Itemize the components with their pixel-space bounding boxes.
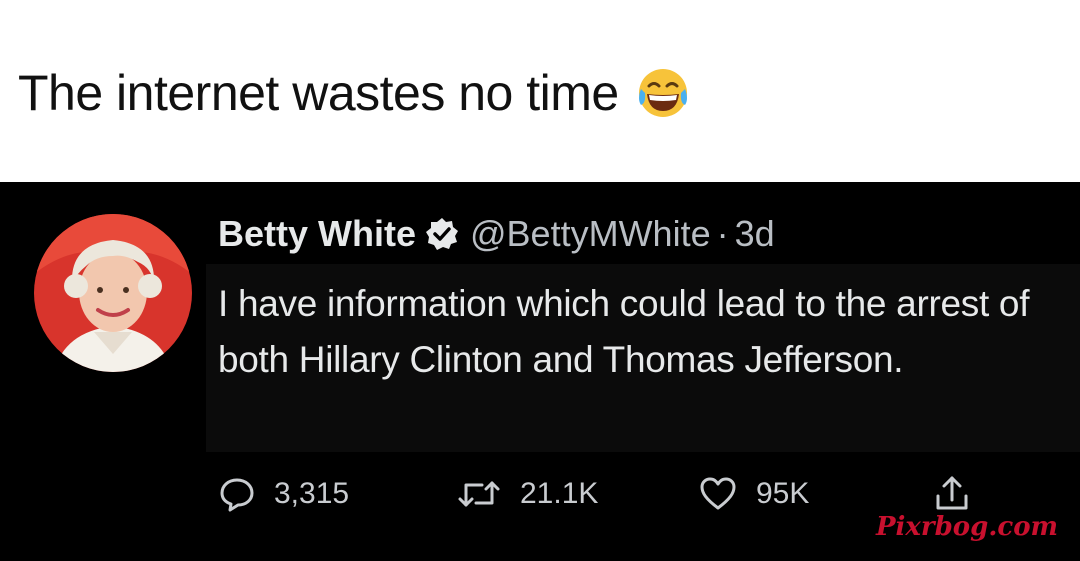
- like-count: 95K: [756, 477, 810, 510]
- face-with-tears-of-joy-icon: [635, 65, 691, 121]
- avatar[interactable]: [34, 214, 192, 372]
- like-button[interactable]: 95K: [698, 474, 809, 514]
- share-button[interactable]: [932, 474, 972, 514]
- tweet-text: I have information which could lead to t…: [218, 283, 1030, 380]
- share-icon: [932, 474, 972, 514]
- reply-count: 3,315: [274, 477, 350, 510]
- watermark: Pixrbog.com: [876, 512, 1059, 542]
- meme-caption: The internet wastes no time: [18, 58, 691, 128]
- tweet-header: Betty White @BettyMWhite · 3d: [218, 212, 775, 256]
- user-handle[interactable]: @BettyMWhite: [470, 213, 711, 255]
- reply-icon: [218, 475, 256, 513]
- verified-badge-icon: [424, 216, 460, 252]
- retweet-icon: [456, 475, 502, 513]
- display-name[interactable]: Betty White: [218, 213, 416, 255]
- reply-button[interactable]: 3,315: [218, 474, 349, 514]
- caption-text: The internet wastes no time: [18, 65, 619, 121]
- tweet-card: Betty White @BettyMWhite · 3d I have inf…: [0, 182, 1080, 561]
- retweet-button[interactable]: 21.1K: [456, 474, 598, 514]
- heart-icon: [698, 475, 738, 513]
- timestamp[interactable]: 3d: [735, 213, 775, 255]
- retweet-count: 21.1K: [520, 477, 599, 510]
- separator: ·: [716, 213, 729, 254]
- tweet-body: I have information which could lead to t…: [206, 264, 1080, 452]
